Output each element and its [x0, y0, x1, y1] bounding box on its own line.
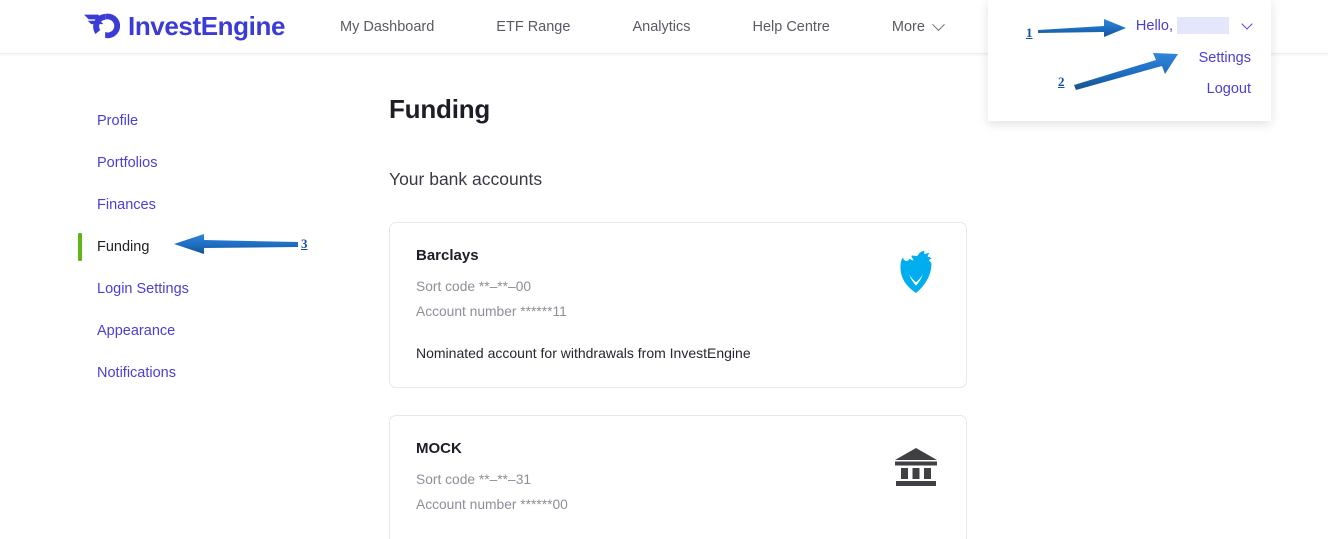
bank-name: MOCK — [416, 439, 462, 457]
sidebar-item-label: Portfolios — [97, 154, 158, 171]
sidebar-item-appearance[interactable]: Appearance — [78, 310, 318, 352]
chevron-down-icon — [1241, 17, 1253, 30]
sidebar-item-profile[interactable]: Profile — [78, 100, 318, 142]
sidebar-item-funding[interactable]: Funding — [78, 226, 318, 268]
nav-label: Analytics — [632, 19, 691, 35]
bank-building-icon — [892, 440, 940, 488]
sidebar-item-label: Login Settings — [97, 280, 189, 297]
nav-item-etf-range[interactable]: ETF Range — [496, 19, 570, 35]
page-title: Funding — [389, 94, 491, 124]
user-menu-panel: Hello, Settings Logout — [988, 0, 1271, 121]
settings-sidebar: Profile Portfolios Finances Funding Logi… — [78, 100, 318, 394]
annotation-number-2: 2 — [1058, 74, 1065, 89]
user-menu-hello[interactable]: Hello, — [1135, 17, 1253, 34]
main-nav: My Dashboard ETF Range Analytics Help Ce… — [340, 0, 945, 54]
nav-label: More — [891, 19, 925, 35]
main-content: Funding Your bank accounts Barclays Sort… — [389, 94, 989, 539]
brand-name: InvestEngine — [128, 11, 286, 41]
bank-name: Barclays — [416, 247, 479, 264]
bank-sort-code: Sort code **–**–31 — [416, 471, 532, 487]
bank-account-card[interactable]: Barclays Sort code **–**–00 Account numb… — [389, 222, 967, 388]
active-indicator-bar — [78, 233, 82, 261]
bank-nominated-note: Nominated account for withdrawals from I… — [416, 344, 751, 361]
sidebar-item-label: Appearance — [97, 322, 176, 339]
nav-item-help-centre[interactable]: Help Centre — [752, 19, 829, 35]
chevron-down-icon — [932, 17, 945, 31]
sidebar-item-label: Finances — [97, 196, 156, 213]
brand-logo-link[interactable]: InvestEngine — [82, 9, 285, 43]
user-greeting: Hello, — [1135, 17, 1173, 34]
section-title-bank-accounts: Your bank accounts — [389, 169, 543, 189]
bank-account-number: Account number ******11 — [416, 304, 567, 320]
user-menu-item-logout[interactable]: Logout — [1207, 81, 1251, 97]
nav-label: Help Centre — [752, 19, 830, 35]
nav-label: My Dashboard — [340, 19, 435, 35]
sidebar-item-label: Funding — [97, 238, 150, 255]
barclays-eagle-icon — [892, 247, 940, 295]
bank-account-card[interactable]: MOCK Sort code **–**–31 Account number *… — [389, 414, 967, 539]
sidebar-item-finances[interactable]: Finances — [78, 184, 318, 226]
nav-item-my-dashboard[interactable]: My Dashboard — [340, 19, 434, 35]
page-root: InvestEngine My Dashboard ETF Range Anal… — [0, 0, 1328, 539]
sidebar-item-portfolios[interactable]: Portfolios — [78, 142, 318, 184]
annotation-number-1: 1 — [1026, 25, 1033, 40]
username-redacted — [1177, 17, 1229, 34]
sidebar-item-label: Notifications — [97, 364, 176, 381]
sidebar-item-notifications[interactable]: Notifications — [78, 352, 318, 394]
bank-account-number: Account number ******00 — [416, 497, 568, 513]
bank-sort-code: Sort code **–**–00 — [416, 279, 532, 294]
annotation-number-3: 3 — [301, 236, 308, 251]
nav-item-more[interactable]: More — [891, 17, 945, 35]
nav-item-analytics[interactable]: Analytics — [632, 19, 690, 35]
nav-label: ETF Range — [496, 19, 571, 35]
sidebar-item-label: Profile — [97, 112, 139, 129]
sidebar-item-login-settings[interactable]: Login Settings — [78, 268, 318, 310]
investengine-swoosh-ring-logo-icon — [82, 9, 120, 43]
user-menu-item-settings[interactable]: Settings — [1199, 50, 1251, 66]
